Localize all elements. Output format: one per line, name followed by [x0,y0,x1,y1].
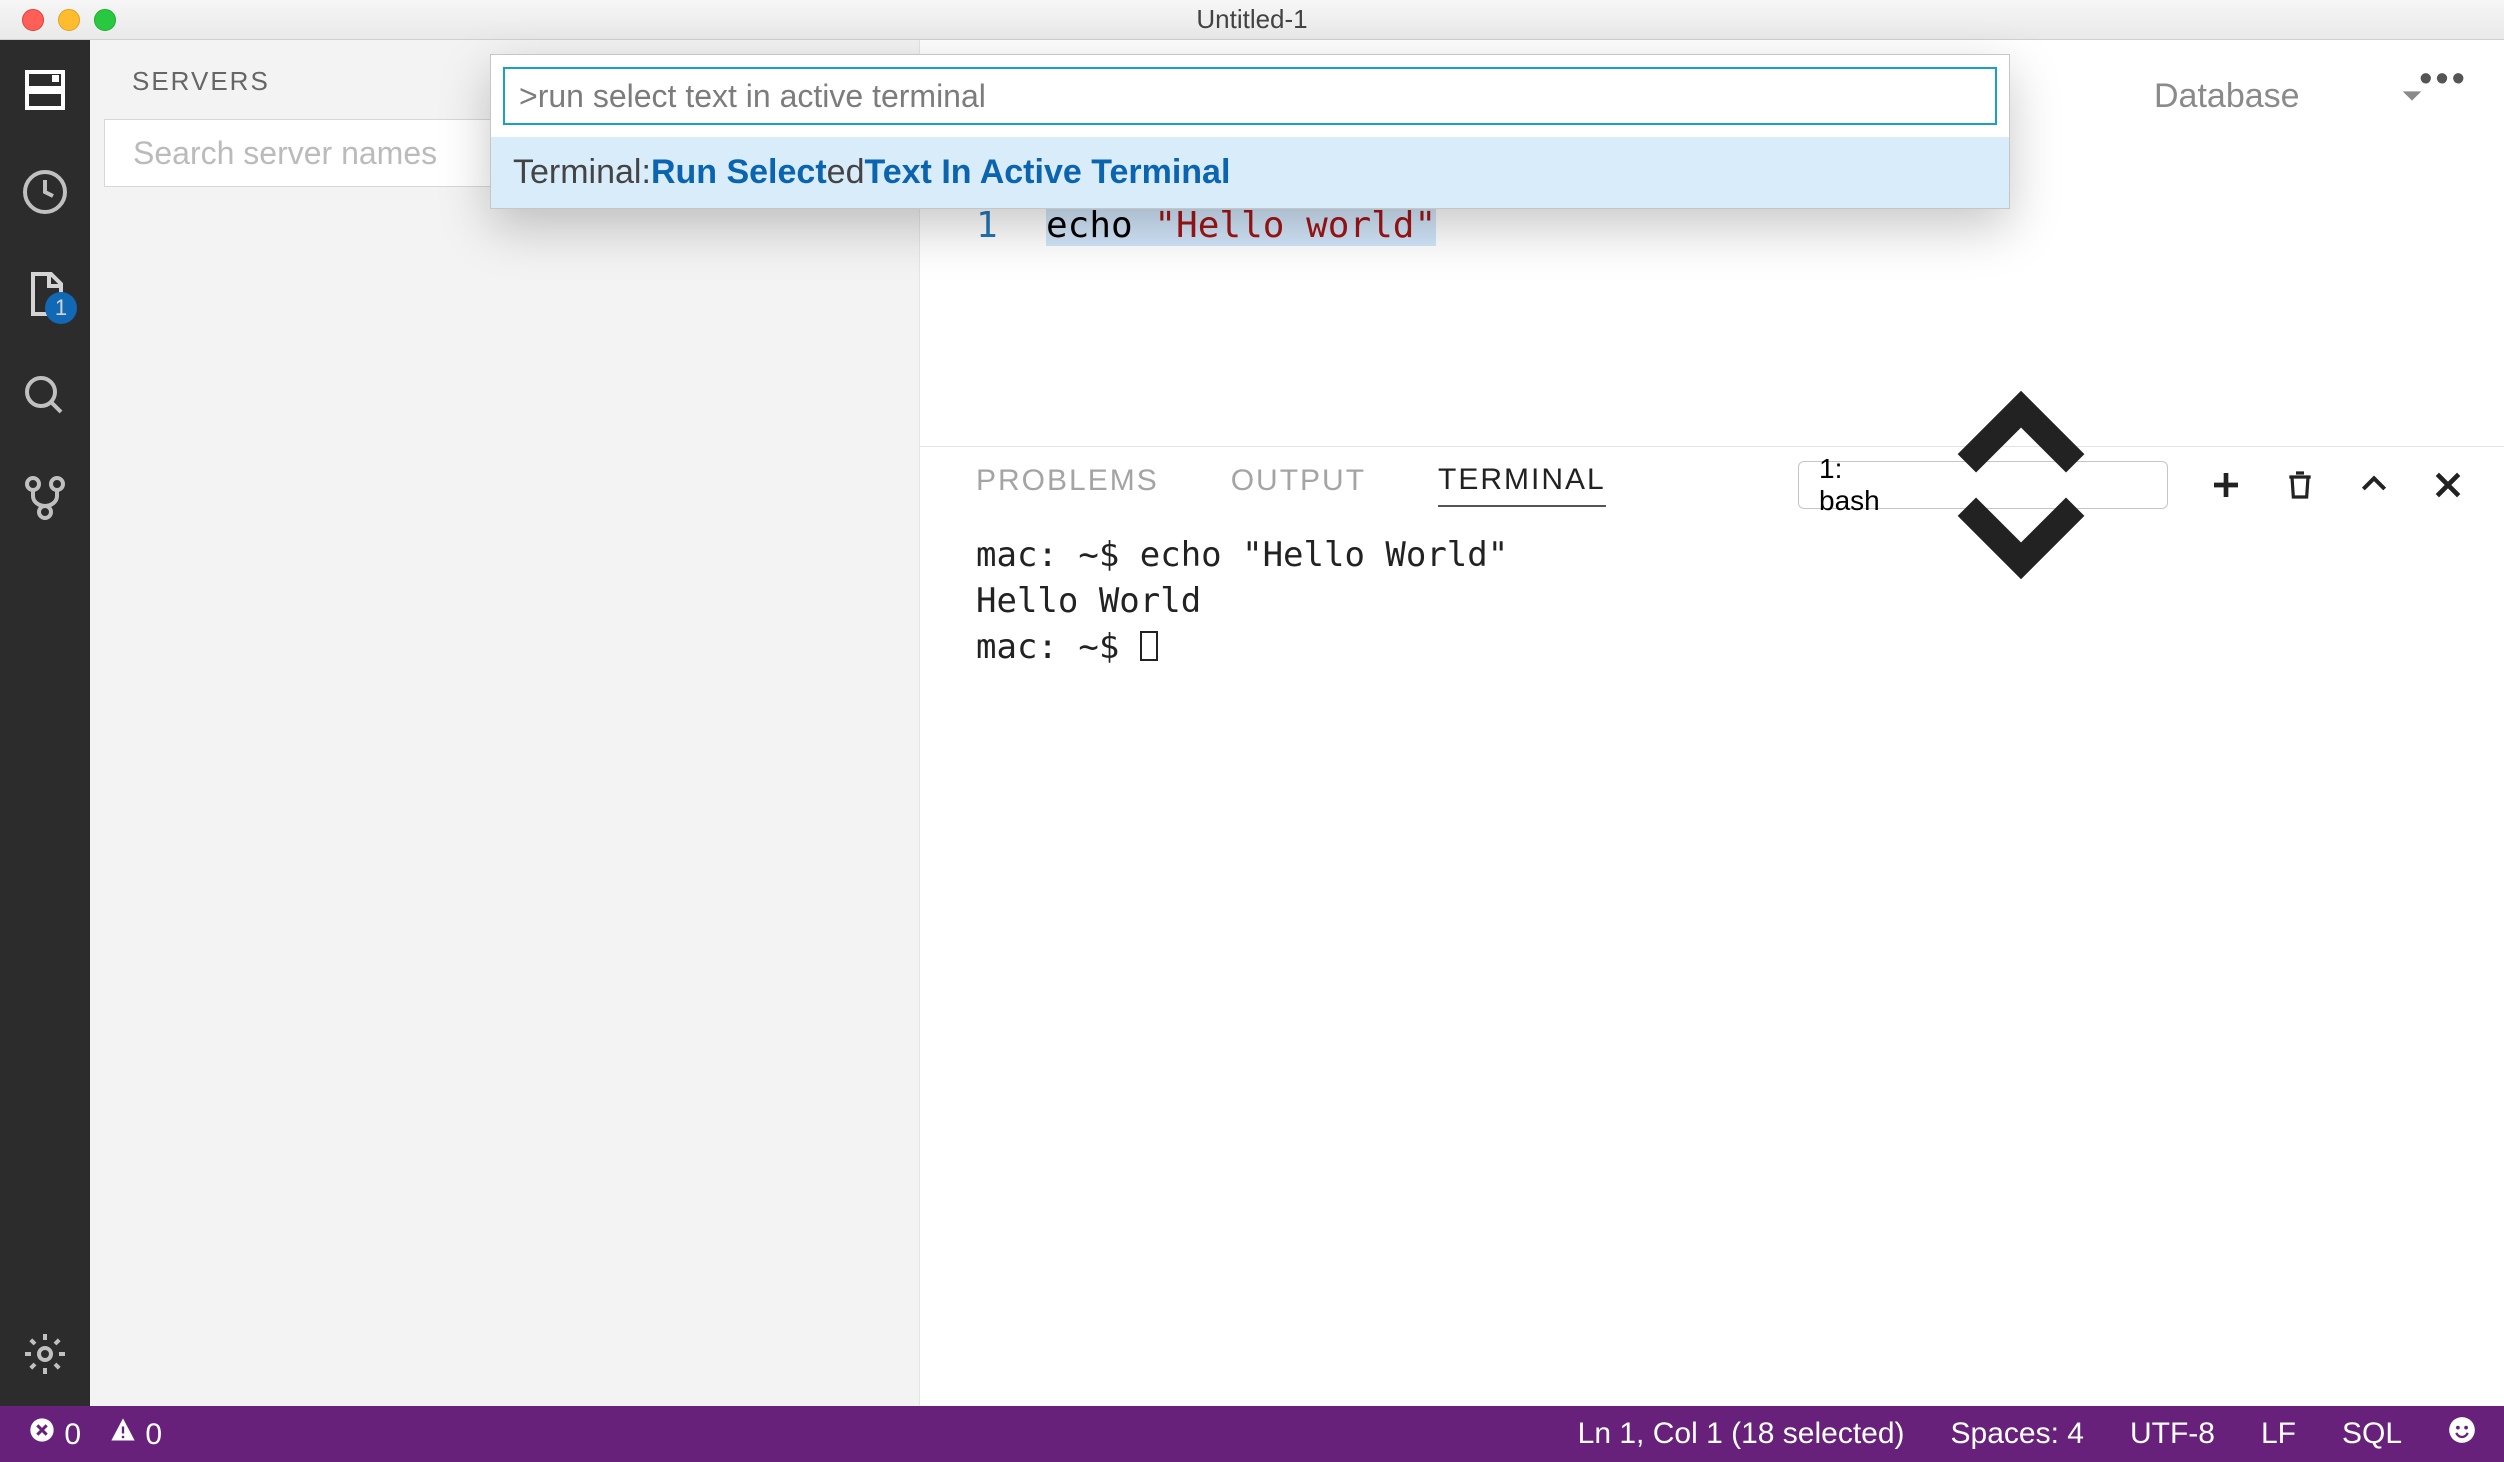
tab-terminal[interactable]: TERMINAL [1438,463,1606,507]
maximize-panel-button[interactable] [2358,469,2390,501]
search-icon[interactable] [21,372,69,420]
database-selector-label: Database [2154,77,2300,116]
terminal-selector[interactable]: 1: bash [1798,461,2168,509]
panel-controls: 1: bash [1798,461,2464,509]
warning-icon [109,1416,137,1444]
terminal-cursor [1140,631,1158,661]
close-panel-button[interactable] [2432,469,2464,501]
smiley-icon [2448,1416,2476,1444]
tab-output[interactable]: OUTPUT [1231,464,1366,506]
command-palette: >run select text in active terminal Term… [490,54,2010,209]
palette-query: run select text in active terminal [538,78,986,115]
error-icon [28,1416,56,1444]
status-errors-count: 0 [64,1418,81,1451]
status-encoding[interactable]: UTF-8 [2130,1417,2215,1451]
bottom-panel: PROBLEMS OUTPUT TERMINAL 1: bash [920,447,2504,1406]
code-line: echo "Hello world" [1046,205,1436,246]
palette-result-highlight-2: Text In Active Terminal [864,153,1230,192]
files-icon[interactable]: 1 [21,270,69,318]
palette-result-item[interactable]: Terminal: Run Selected Text In Active Te… [491,137,2009,208]
tab-problems[interactable]: PROBLEMS [976,464,1159,506]
status-cursor-position[interactable]: Ln 1, Col 1 (18 selected) [1578,1417,1905,1451]
side-panel: SERVERS [90,40,920,1406]
editor-group: ••• Database Explain 1 echo "Hello world… [920,40,2504,1406]
status-warnings[interactable]: 0 [109,1416,162,1452]
palette-prefix: > [519,78,538,115]
palette-result-prefix: Terminal: [513,153,651,192]
servers-icon[interactable] [21,66,69,114]
code-token-echo: echo [1046,205,1154,246]
palette-result-mid: ed [827,153,865,192]
new-terminal-button[interactable] [2210,469,2242,501]
status-bar: 0 0 Ln 1, Col 1 (18 selected) Spaces: 4 … [0,1406,2504,1462]
code-token-string: "Hello world" [1154,205,1436,246]
files-badge: 1 [45,292,77,324]
terminal-text: mac: ~$ echo "Hello World" Hello World m… [976,535,1508,667]
palette-result-highlight-1: Run Select [651,153,827,192]
status-language[interactable]: SQL [2342,1417,2402,1451]
terminal-selector-label: 1: bash [1819,453,1891,517]
status-eol[interactable]: LF [2261,1417,2296,1451]
terminal-output[interactable]: mac: ~$ echo "Hello World" Hello World m… [976,533,2464,671]
gear-icon[interactable] [21,1330,69,1378]
activity-bar: 1 [0,40,90,1406]
status-errors[interactable]: 0 [28,1416,81,1452]
database-selector[interactable]: Database [2154,66,2434,126]
status-feedback-button[interactable] [2448,1416,2476,1452]
panel-tabs: PROBLEMS OUTPUT TERMINAL 1: bash [976,461,2464,509]
status-indentation[interactable]: Spaces: 4 [1951,1417,2084,1451]
history-icon[interactable] [21,168,69,216]
status-warnings-count: 0 [145,1418,162,1451]
chevron-down-icon [2398,82,2426,110]
command-palette-input[interactable]: >run select text in active terminal [503,67,1997,125]
source-control-icon[interactable] [21,474,69,522]
titlebar: Untitled-1 [0,0,2504,40]
line-number: 1 [976,205,1046,246]
workbench: 1 SERVERS ••• Database Explain 1 [0,40,2504,1406]
window-title: Untitled-1 [0,4,2504,35]
kill-terminal-button[interactable] [2284,469,2316,501]
